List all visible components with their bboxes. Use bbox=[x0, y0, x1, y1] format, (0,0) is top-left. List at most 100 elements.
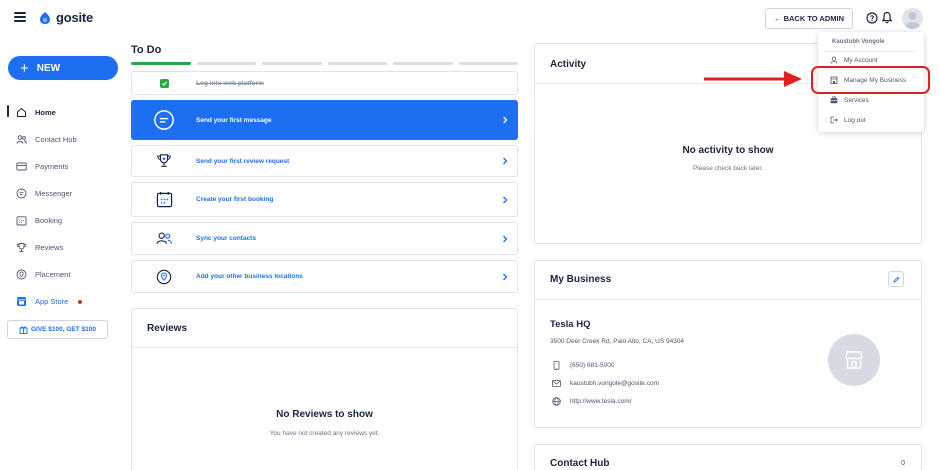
progress-segment bbox=[458, 62, 518, 65]
todo-item-label: Create your first booking bbox=[196, 196, 274, 203]
user-icon bbox=[830, 56, 838, 64]
contact-hub-count: 0 bbox=[901, 460, 905, 467]
chevron-right-icon bbox=[503, 235, 508, 242]
todo-item-label: Sync your contacts bbox=[196, 235, 256, 242]
sidebar-item-label: Booking bbox=[35, 216, 63, 225]
sidebar-item-payments[interactable]: Payments bbox=[0, 153, 125, 180]
plus-icon: + bbox=[20, 59, 29, 77]
todo-item-add-locations[interactable]: Add your other business locations bbox=[131, 260, 518, 293]
my-business-title: My Business bbox=[550, 274, 612, 285]
progress-segment bbox=[262, 62, 322, 65]
trophy-icon bbox=[157, 154, 171, 167]
chevron-right-icon bbox=[503, 157, 508, 165]
help-icon[interactable] bbox=[866, 12, 878, 24]
progress-segment bbox=[131, 62, 191, 65]
new-button[interactable]: + NEW bbox=[8, 56, 118, 80]
briefcase-icon bbox=[830, 96, 838, 104]
trophy-icon bbox=[16, 243, 27, 252]
todo-item-label: Send your first review request bbox=[196, 157, 290, 165]
reviews-empty-title: No Reviews to show bbox=[276, 409, 373, 420]
menu-item-label: Log out bbox=[844, 116, 866, 124]
gosite-logo-icon bbox=[40, 11, 50, 24]
sidebar-item-app-store[interactable]: App Store bbox=[0, 288, 125, 315]
menu-item-label: Services bbox=[844, 96, 869, 104]
contact-hub-title: Contact Hub bbox=[550, 458, 610, 469]
location-icon bbox=[16, 269, 27, 280]
home-icon bbox=[17, 107, 26, 117]
avatar[interactable] bbox=[902, 8, 923, 29]
activity-empty-title: No activity to show bbox=[682, 145, 774, 156]
checkmark-icon bbox=[159, 78, 169, 88]
sidebar-item-messenger[interactable]: Messenger bbox=[0, 180, 125, 207]
progress-segment bbox=[196, 62, 256, 65]
business-address: 3500 Deer Creek Rd, Palo Alto, CA, US 94… bbox=[550, 338, 685, 345]
chat-icon bbox=[16, 188, 27, 199]
logout-icon bbox=[830, 116, 838, 124]
business-website-row: http://www.tesla.com/ bbox=[552, 397, 631, 406]
contacts-icon bbox=[16, 135, 27, 144]
reviews-empty-subtitle: You have not created any reviews yet. bbox=[269, 430, 380, 437]
chat-icon bbox=[154, 110, 174, 130]
activity-empty-subtitle: Please check back later. bbox=[692, 165, 764, 172]
pencil-icon bbox=[892, 276, 899, 283]
notification-dot bbox=[78, 299, 83, 304]
menu-item-services[interactable]: Services bbox=[830, 96, 869, 104]
edit-business-button[interactable] bbox=[888, 271, 904, 287]
todo-item-review-request[interactable]: Send your first review request bbox=[131, 145, 518, 177]
business-name: Tesla HQ bbox=[550, 319, 591, 330]
sidebar-item-home[interactable]: Home bbox=[0, 99, 125, 126]
back-to-admin-button[interactable]: ← BACK TO ADMIN bbox=[765, 8, 853, 29]
reviews-title: Reviews bbox=[147, 323, 188, 334]
sidebar-item-booking[interactable]: Booking bbox=[0, 207, 125, 234]
reviews-card: Reviews No Reviews to show You have not … bbox=[131, 308, 518, 470]
progress-segment bbox=[393, 62, 453, 65]
business-phone-row: (650) 681-5000 bbox=[552, 361, 614, 370]
activity-title: Activity bbox=[550, 59, 587, 70]
gift-icon bbox=[19, 326, 28, 334]
calendar-icon bbox=[156, 191, 172, 208]
user-name: Kaustubh Vongole bbox=[832, 39, 885, 45]
business-website[interactable]: http://www.tesla.com/ bbox=[570, 398, 631, 405]
menu-item-label: My Account bbox=[844, 56, 878, 64]
sidebar-nav: Home Contact Hub Payments Messenger Book… bbox=[0, 99, 125, 315]
menu-item-my-account[interactable]: My Account bbox=[830, 56, 878, 64]
top-bar: gosite ← BACK TO ADMIN bbox=[0, 0, 939, 36]
card-icon bbox=[16, 162, 27, 171]
referral-button[interactable]: GIVE $100, GET $100 bbox=[7, 320, 108, 339]
new-button-label: NEW bbox=[36, 62, 61, 74]
chevron-right-icon bbox=[503, 273, 508, 280]
progress-segment bbox=[327, 62, 387, 65]
bell-icon[interactable] bbox=[881, 11, 893, 24]
sidebar-item-placement[interactable]: Placement bbox=[0, 261, 125, 288]
sidebar-item-contact-hub[interactable]: Contact Hub bbox=[0, 126, 125, 153]
contact-hub-card: Contact Hub 0 bbox=[534, 444, 922, 470]
sidebar-item-label: Placement bbox=[35, 270, 71, 279]
sidebar-item-label: App Store bbox=[35, 297, 69, 306]
referral-button-label: GIVE $100, GET $100 bbox=[30, 326, 97, 333]
todo-item-send-message[interactable]: Send your first message bbox=[131, 100, 518, 140]
contacts-icon bbox=[156, 232, 172, 244]
business-email-row: kaustubh.vongole@gosite.com bbox=[552, 379, 659, 388]
menu-item-log-out[interactable]: Log out bbox=[830, 116, 866, 124]
sidebar-item-label: Reviews bbox=[35, 243, 64, 252]
chevron-right-icon bbox=[503, 116, 508, 124]
todo-item-log-in[interactable]: Log into web platform bbox=[131, 71, 518, 95]
todo-title: To Do bbox=[131, 44, 162, 56]
todo-item-label: Add your other business locations bbox=[196, 273, 303, 280]
todo-item-label: Send your first message bbox=[196, 116, 272, 124]
todo-item-sync-contacts[interactable]: Sync your contacts bbox=[131, 222, 518, 255]
logo[interactable]: gosite bbox=[38, 10, 93, 25]
business-logo-placeholder[interactable] bbox=[828, 334, 880, 386]
phone-icon bbox=[553, 361, 560, 370]
business-email: kaustubh.vongole@gosite.com bbox=[570, 380, 659, 387]
menu-icon[interactable] bbox=[14, 12, 26, 22]
business-phone: (650) 681-5000 bbox=[570, 362, 615, 369]
todo-progress bbox=[131, 62, 518, 66]
sidebar-item-reviews[interactable]: Reviews bbox=[0, 234, 125, 261]
sidebar-item-label: Contact Hub bbox=[35, 135, 77, 144]
location-icon bbox=[156, 269, 172, 284]
mail-icon bbox=[552, 380, 561, 387]
sidebar-item-label: Payments bbox=[35, 162, 69, 171]
my-business-card: My Business Tesla HQ 3500 Deer Creek Rd,… bbox=[534, 260, 922, 428]
todo-item-booking[interactable]: Create your first booking bbox=[131, 182, 518, 217]
